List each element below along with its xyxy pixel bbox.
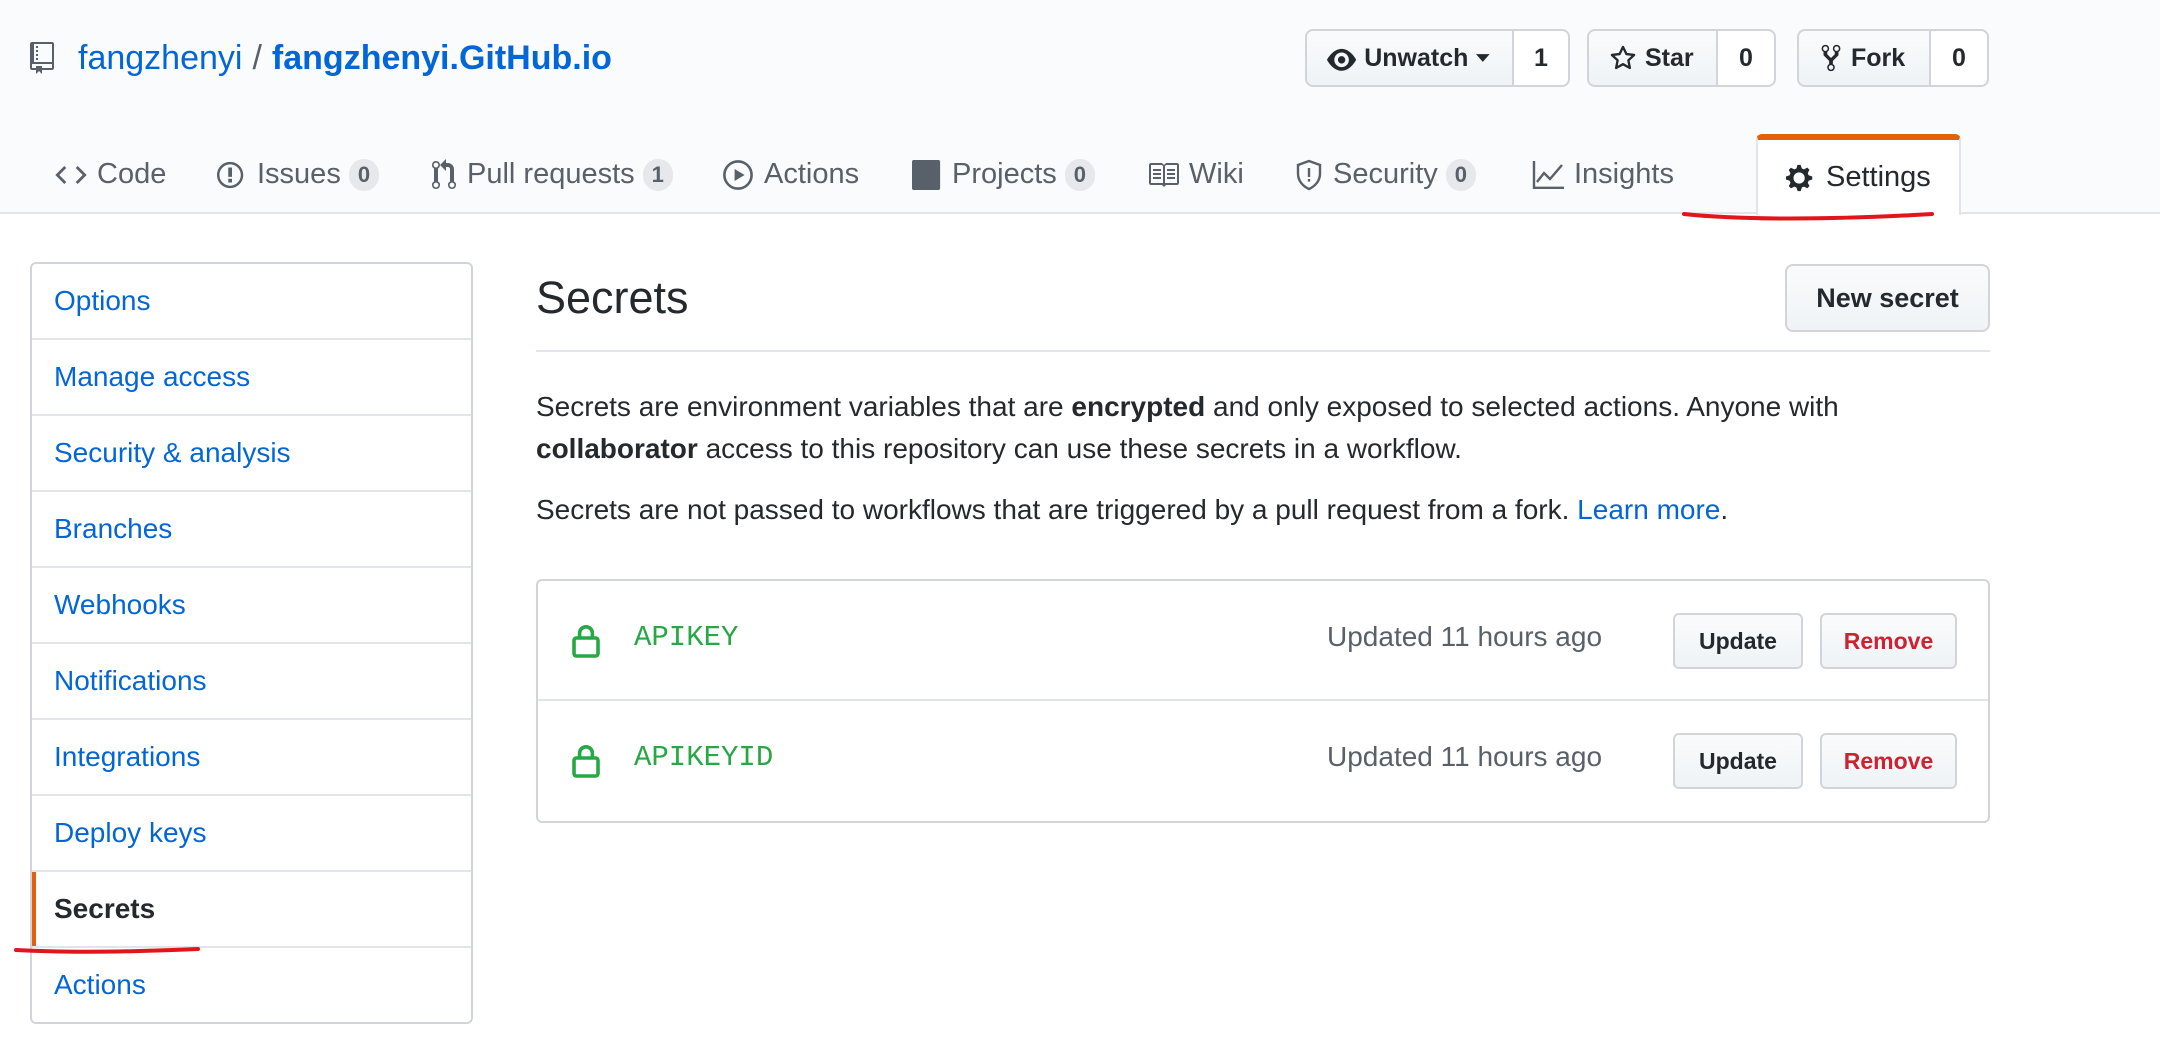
learn-more-link[interactable]: Learn more	[1577, 494, 1720, 525]
star-label: Star	[1645, 43, 1694, 72]
pull-request-icon	[432, 158, 456, 189]
fork-button[interactable]: Fork	[1797, 29, 1931, 87]
star-icon	[1610, 45, 1636, 70]
star-group: Star 0	[1587, 29, 1776, 87]
tab-actions[interactable]: Actions	[722, 135, 859, 214]
star-button[interactable]: Star	[1587, 29, 1718, 87]
unwatch-button[interactable]: Unwatch	[1305, 29, 1514, 87]
tab-label: Security	[1333, 158, 1438, 190]
secrets-description: Secrets are environment variables that a…	[536, 386, 1990, 470]
sidebar-item-deploy-keys[interactable]: Deploy keys	[32, 796, 471, 872]
sidebar-item-integrations[interactable]: Integrations	[32, 720, 471, 796]
secret-row: APIKEY Updated 11 hours ago Update Remov…	[538, 581, 1988, 701]
repo-icon	[30, 39, 62, 77]
new-secret-button[interactable]: New secret	[1785, 264, 1990, 332]
desc-text: and only exposed to selected actions. An…	[1205, 391, 1839, 422]
update-secret-button[interactable]: Update	[1673, 733, 1803, 789]
forks-count[interactable]: 0	[1931, 29, 1989, 87]
stars-count[interactable]: 0	[1718, 29, 1776, 87]
sidebar-item-options[interactable]: Options	[32, 264, 471, 340]
tab-projects[interactable]: Projects 0	[912, 135, 1096, 214]
secret-name: APIKEY	[634, 621, 739, 654]
secrets-list: APIKEY Updated 11 hours ago Update Remov…	[536, 579, 1990, 823]
sidebar-item-branches[interactable]: Branches	[32, 492, 471, 568]
secret-updated: Updated 11 hours ago	[1327, 741, 1603, 772]
tab-label: Settings	[1826, 161, 1931, 193]
tab-pull-requests[interactable]: Pull requests 1	[431, 135, 673, 214]
projects-counter: 0	[1064, 158, 1096, 191]
remove-secret-button[interactable]: Remove	[1820, 613, 1957, 669]
fork-label: Fork	[1851, 43, 1906, 72]
tab-wiki[interactable]: Wiki	[1147, 135, 1244, 214]
watchers-count[interactable]: 1	[1514, 29, 1570, 87]
update-secret-button[interactable]: Update	[1673, 613, 1803, 669]
desc-bold-collaborator: collaborator	[536, 433, 698, 464]
repo-owner-link[interactable]: fangzhenyi	[78, 39, 242, 78]
repo-name-link[interactable]: fangzhenyi.GitHub.io	[272, 39, 612, 78]
tab-insights[interactable]: Insights	[1532, 135, 1674, 214]
secret-updated: Updated 11 hours ago	[1327, 621, 1603, 652]
gear-icon	[1786, 164, 1813, 191]
sidebar-item-secrets[interactable]: Secrets	[32, 872, 471, 948]
page-title: Secrets	[536, 272, 689, 323]
annotation-underline-settings	[1682, 212, 1934, 221]
watch-group: Unwatch 1	[1305, 29, 1570, 87]
pull-requests-counter: 1	[642, 158, 673, 191]
lock-icon	[572, 625, 600, 658]
graph-icon	[1532, 160, 1564, 189]
tab-label: Projects	[952, 158, 1057, 190]
desc-bold-encrypted: encrypted	[1071, 391, 1206, 422]
tab-label: Wiki	[1189, 158, 1244, 190]
fork-notice-text: Secrets are not passed to workflows that…	[536, 494, 1578, 525]
annotation-underline-secrets	[14, 947, 200, 954]
tab-issues[interactable]: Issues 0	[217, 135, 380, 214]
repo-title: fangzhenyi / fangzhenyi.GitHub.io	[30, 34, 612, 82]
sidebar-item-notifications[interactable]: Notifications	[32, 644, 471, 720]
sidebar-item-security-analysis[interactable]: Security & analysis	[32, 416, 471, 492]
book-icon	[1149, 162, 1179, 187]
caret-down-icon	[1476, 54, 1490, 62]
page-subhead: Secrets New secret	[536, 262, 1990, 352]
fork-group: Fork 0	[1797, 29, 1989, 87]
fork-notice: Secrets are not passed to workflows that…	[536, 489, 1990, 531]
tab-label: Pull requests	[467, 158, 635, 190]
fork-notice-period: .	[1720, 494, 1729, 525]
repo-header: fangzhenyi / fangzhenyi.GitHub.io Unwatc…	[0, 0, 2160, 215]
play-icon	[723, 159, 753, 190]
sidebar-item-webhooks[interactable]: Webhooks	[32, 568, 471, 644]
secret-name: APIKEYID	[634, 741, 774, 774]
fork-icon	[1821, 44, 1841, 72]
security-counter: 0	[1445, 158, 1477, 191]
tab-code[interactable]: Code	[55, 135, 166, 214]
tab-label: Issues	[257, 158, 341, 190]
settings-sidebar: Options Manage access Security & analysi…	[30, 262, 473, 1024]
tab-label: Insights	[1574, 158, 1674, 190]
shield-icon	[1296, 159, 1322, 190]
issues-counter: 0	[348, 158, 380, 191]
repo-separator: /	[252, 38, 262, 77]
code-icon	[55, 165, 87, 184]
issue-icon	[217, 161, 244, 188]
tab-label: Code	[97, 158, 167, 190]
desc-text: access to this repository can use these …	[697, 433, 1462, 464]
tab-label: Actions	[764, 158, 860, 190]
desc-text: Secrets are environment variables that a…	[536, 391, 1072, 422]
lock-icon	[572, 745, 600, 778]
remove-secret-button[interactable]: Remove	[1820, 733, 1957, 789]
project-icon	[912, 159, 941, 190]
eye-icon	[1327, 48, 1357, 71]
secret-row: APIKEYID Updated 11 hours ago Update Rem…	[538, 701, 1988, 821]
sidebar-item-manage-access[interactable]: Manage access	[32, 340, 471, 416]
tab-security[interactable]: Security 0	[1295, 135, 1477, 214]
unwatch-label: Unwatch	[1364, 43, 1469, 72]
